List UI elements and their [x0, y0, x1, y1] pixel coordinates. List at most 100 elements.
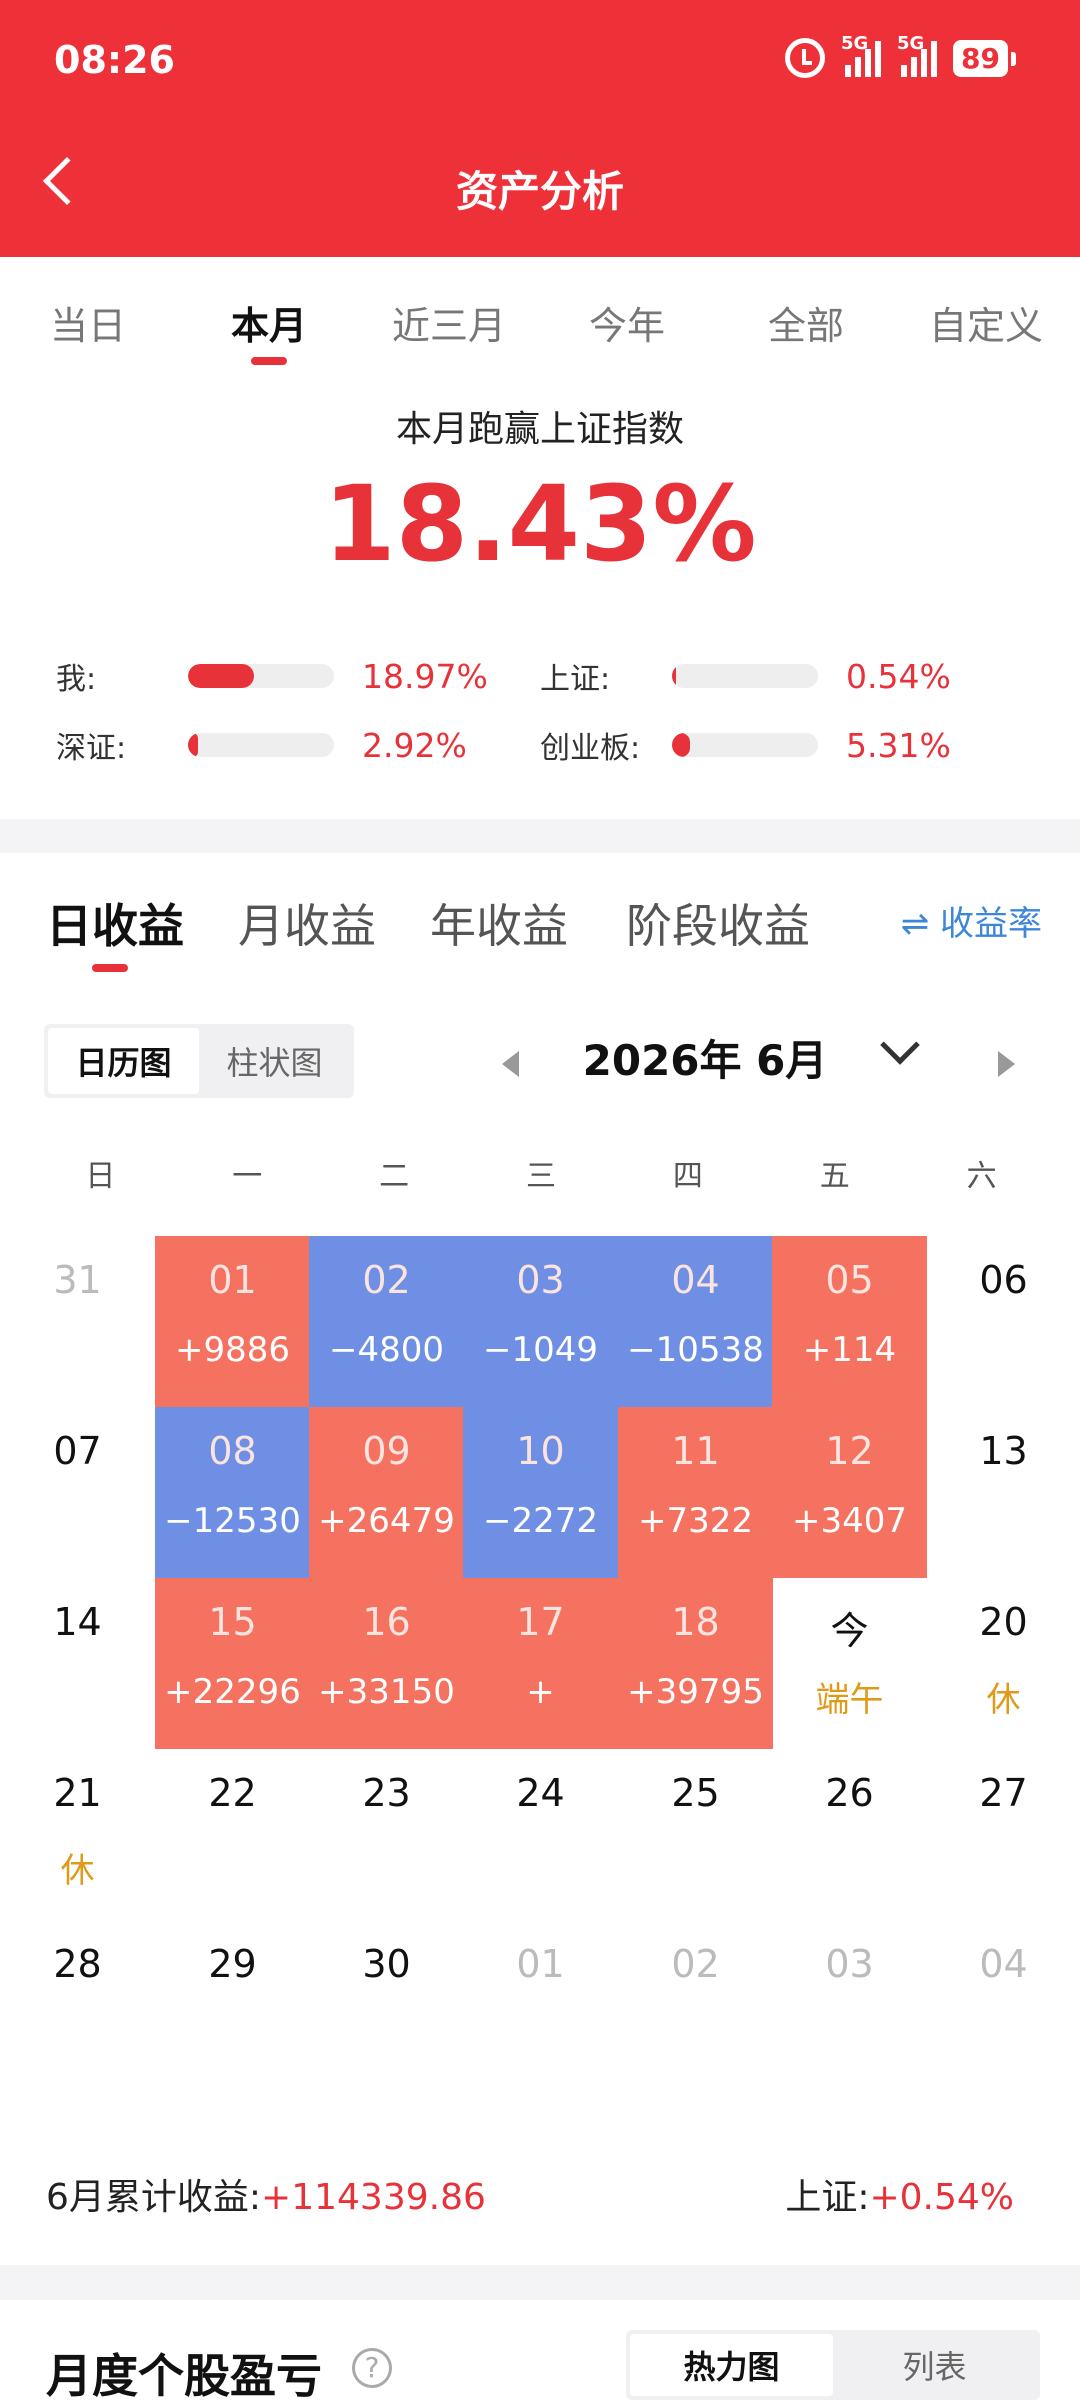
compare-fill — [188, 664, 254, 688]
calendar-day-cell[interactable]: 30 — [309, 1920, 464, 2091]
calendar-day-cell[interactable]: 16 +33150 — [309, 1578, 464, 1749]
compare-bar — [672, 733, 818, 757]
calendar-day-number: 02 — [362, 1258, 411, 1302]
calendar-day-amount: +3407 — [791, 1501, 907, 1541]
calendar-view-button[interactable]: 日历图 — [48, 1028, 199, 1094]
tab-this-month[interactable]: 本月 — [231, 295, 307, 350]
tab-monthly-earnings[interactable]: 月收益 — [238, 890, 376, 956]
calendar-day-cell[interactable]: 26 — [772, 1749, 927, 1920]
calendar-day-cell[interactable]: 09 +26479 — [309, 1407, 464, 1578]
calendar-day-cell[interactable]: 04 — [926, 1920, 1080, 2091]
compare-row-cyb: 创业板: 5.31% — [540, 725, 951, 767]
calendar-day-cell[interactable]: 20 休 — [926, 1578, 1080, 1749]
calendar-day-cell[interactable]: 31 — [0, 1236, 155, 1407]
calendar-day-number: 今 — [830, 1609, 869, 1653]
calendar-day-cell[interactable]: 07 — [0, 1407, 155, 1578]
calendar-day-number: 21 — [53, 1771, 102, 1815]
calendar-day-number: 06 — [979, 1258, 1028, 1302]
compare-value: 0.54% — [846, 656, 951, 696]
tab-all[interactable]: 全部 — [768, 295, 844, 350]
compare-fill — [188, 733, 199, 757]
calendar-day-cell[interactable]: 02 −4800 — [309, 1236, 464, 1407]
tab-period-earnings[interactable]: 阶段收益 — [626, 890, 810, 956]
calendar-day-cell[interactable]: 03 — [772, 1920, 927, 2091]
calendar-day-cell[interactable]: 05 +114 — [772, 1236, 927, 1407]
status-time: 08:26 — [54, 38, 175, 82]
calendar-day-cell[interactable]: 23 — [309, 1749, 464, 1920]
calendar-day-number: 13 — [979, 1429, 1028, 1473]
calendar-day-cell[interactable]: 13 — [926, 1407, 1080, 1578]
tab-daily-earnings[interactable]: 日收益 — [46, 890, 184, 956]
compare-row-sz: 深证: 2.92% — [56, 725, 467, 767]
calendar-day-number: 25 — [671, 1771, 720, 1815]
compare-bar — [188, 664, 334, 688]
tab-today[interactable]: 当日 — [50, 295, 126, 350]
calendar-day-cell[interactable]: 01 +9886 — [155, 1236, 310, 1407]
calendar-day-number: 18 — [671, 1600, 720, 1644]
calendar-day-number: 07 — [53, 1429, 102, 1473]
calendar-day-number: 12 — [825, 1429, 874, 1473]
app-header: 08:26 5G 5G 89 资产分析 — [0, 0, 1080, 257]
calendar-day-cell[interactable]: 12 +3407 — [772, 1407, 927, 1578]
calendar-day-number: 20 — [979, 1600, 1028, 1644]
calendar-day-cell[interactable]: 28 — [0, 1920, 155, 2091]
calendar-day-amount: +7322 — [637, 1501, 753, 1541]
calendar-day-number: 28 — [53, 1942, 102, 1986]
tab-three-months[interactable]: 近三月 — [392, 295, 506, 350]
tab-this-year[interactable]: 今年 — [589, 295, 665, 350]
calendar-day-number: 29 — [208, 1942, 257, 1986]
calendar-day-amount: −10538 — [627, 1330, 764, 1370]
calendar-day-cell[interactable]: 10 −2272 — [463, 1407, 618, 1578]
calendar-day-cell[interactable]: 14 — [0, 1578, 155, 1749]
weekday-label: 四 — [672, 1159, 703, 1194]
calendar-day-cell[interactable]: 今端午 — [772, 1578, 927, 1749]
calendar-day-cell[interactable]: 29 — [155, 1920, 310, 2091]
calendar-day-number: 11 — [671, 1429, 720, 1473]
calendar-day-cell[interactable]: 18 +39795 — [618, 1578, 773, 1749]
weekday-label: 六 — [966, 1159, 997, 1194]
calendar-day-cell[interactable]: 22 — [155, 1749, 310, 1920]
compare-fill — [672, 664, 677, 688]
calendar-day-amount: +39795 — [627, 1672, 764, 1712]
compare-label: 上证: — [540, 662, 611, 697]
calendar-day-cell[interactable]: 01 — [463, 1920, 618, 2091]
weekday-label: 日 — [85, 1159, 116, 1194]
calendar-day-cell[interactable]: 06 — [926, 1236, 1080, 1407]
calendar-day-cell[interactable]: 25 — [618, 1749, 773, 1920]
index-change: 上证:+0.54% — [785, 2168, 1014, 2220]
pnl-view-toggle: 热力图 列表 — [626, 2330, 1040, 2400]
weekday-label: 五 — [819, 1159, 850, 1194]
chevron-down-icon[interactable] — [880, 1025, 920, 1065]
month-label[interactable]: 2026年 6月 — [560, 1027, 850, 1088]
page-title: 资产分析 — [455, 167, 624, 216]
tab-yearly-earnings[interactable]: 年收益 — [430, 890, 568, 956]
index-change-label: 上证: — [785, 2177, 870, 2218]
return-rate-toggle[interactable]: ⇌ 收益率 — [901, 896, 1042, 945]
prev-month-icon[interactable] — [502, 1051, 519, 1077]
weekday-header: 日 一 二 三 四 五 六 — [27, 1151, 1055, 1195]
calendar-day-amount: +33150 — [318, 1672, 455, 1712]
calendar-day-number: 02 — [671, 1942, 720, 1986]
calendar-day-cell[interactable]: 04 −10538 — [618, 1236, 773, 1407]
beat-title: 本月跑赢上证指数 — [395, 409, 684, 450]
calendar-day-cell[interactable]: 03 −1049 — [463, 1236, 618, 1407]
calendar-day-cell[interactable]: 24 — [463, 1749, 618, 1920]
calendar-day-cell[interactable]: 21 休 — [0, 1749, 155, 1920]
next-month-icon[interactable] — [998, 1051, 1015, 1077]
calendar-day-cell[interactable]: 08 −12530 — [155, 1407, 310, 1578]
help-icon[interactable]: ? — [352, 2348, 392, 2388]
heatmap-view-button[interactable]: 热力图 — [630, 2334, 833, 2396]
calendar-day-cell[interactable]: 11 +7322 — [618, 1407, 773, 1578]
calendar-day-cell[interactable]: 27 — [926, 1749, 1080, 1920]
bar-view-button[interactable]: 柱状图 — [199, 1028, 350, 1094]
compare-bar — [672, 664, 818, 688]
calendar-day-number: 09 — [362, 1429, 411, 1473]
calendar-day-amount: +22296 — [164, 1672, 301, 1712]
compare-label: 深证: — [56, 731, 127, 766]
list-view-button[interactable]: 列表 — [833, 2334, 1036, 2396]
calendar-day-cell[interactable]: 02 — [618, 1920, 773, 2091]
tab-custom[interactable]: 自定义 — [929, 295, 1043, 350]
calendar-day-number: 22 — [208, 1771, 257, 1815]
calendar-day-cell[interactable]: 17 + — [463, 1578, 618, 1749]
calendar-day-cell[interactable]: 15 +22296 — [155, 1578, 310, 1749]
